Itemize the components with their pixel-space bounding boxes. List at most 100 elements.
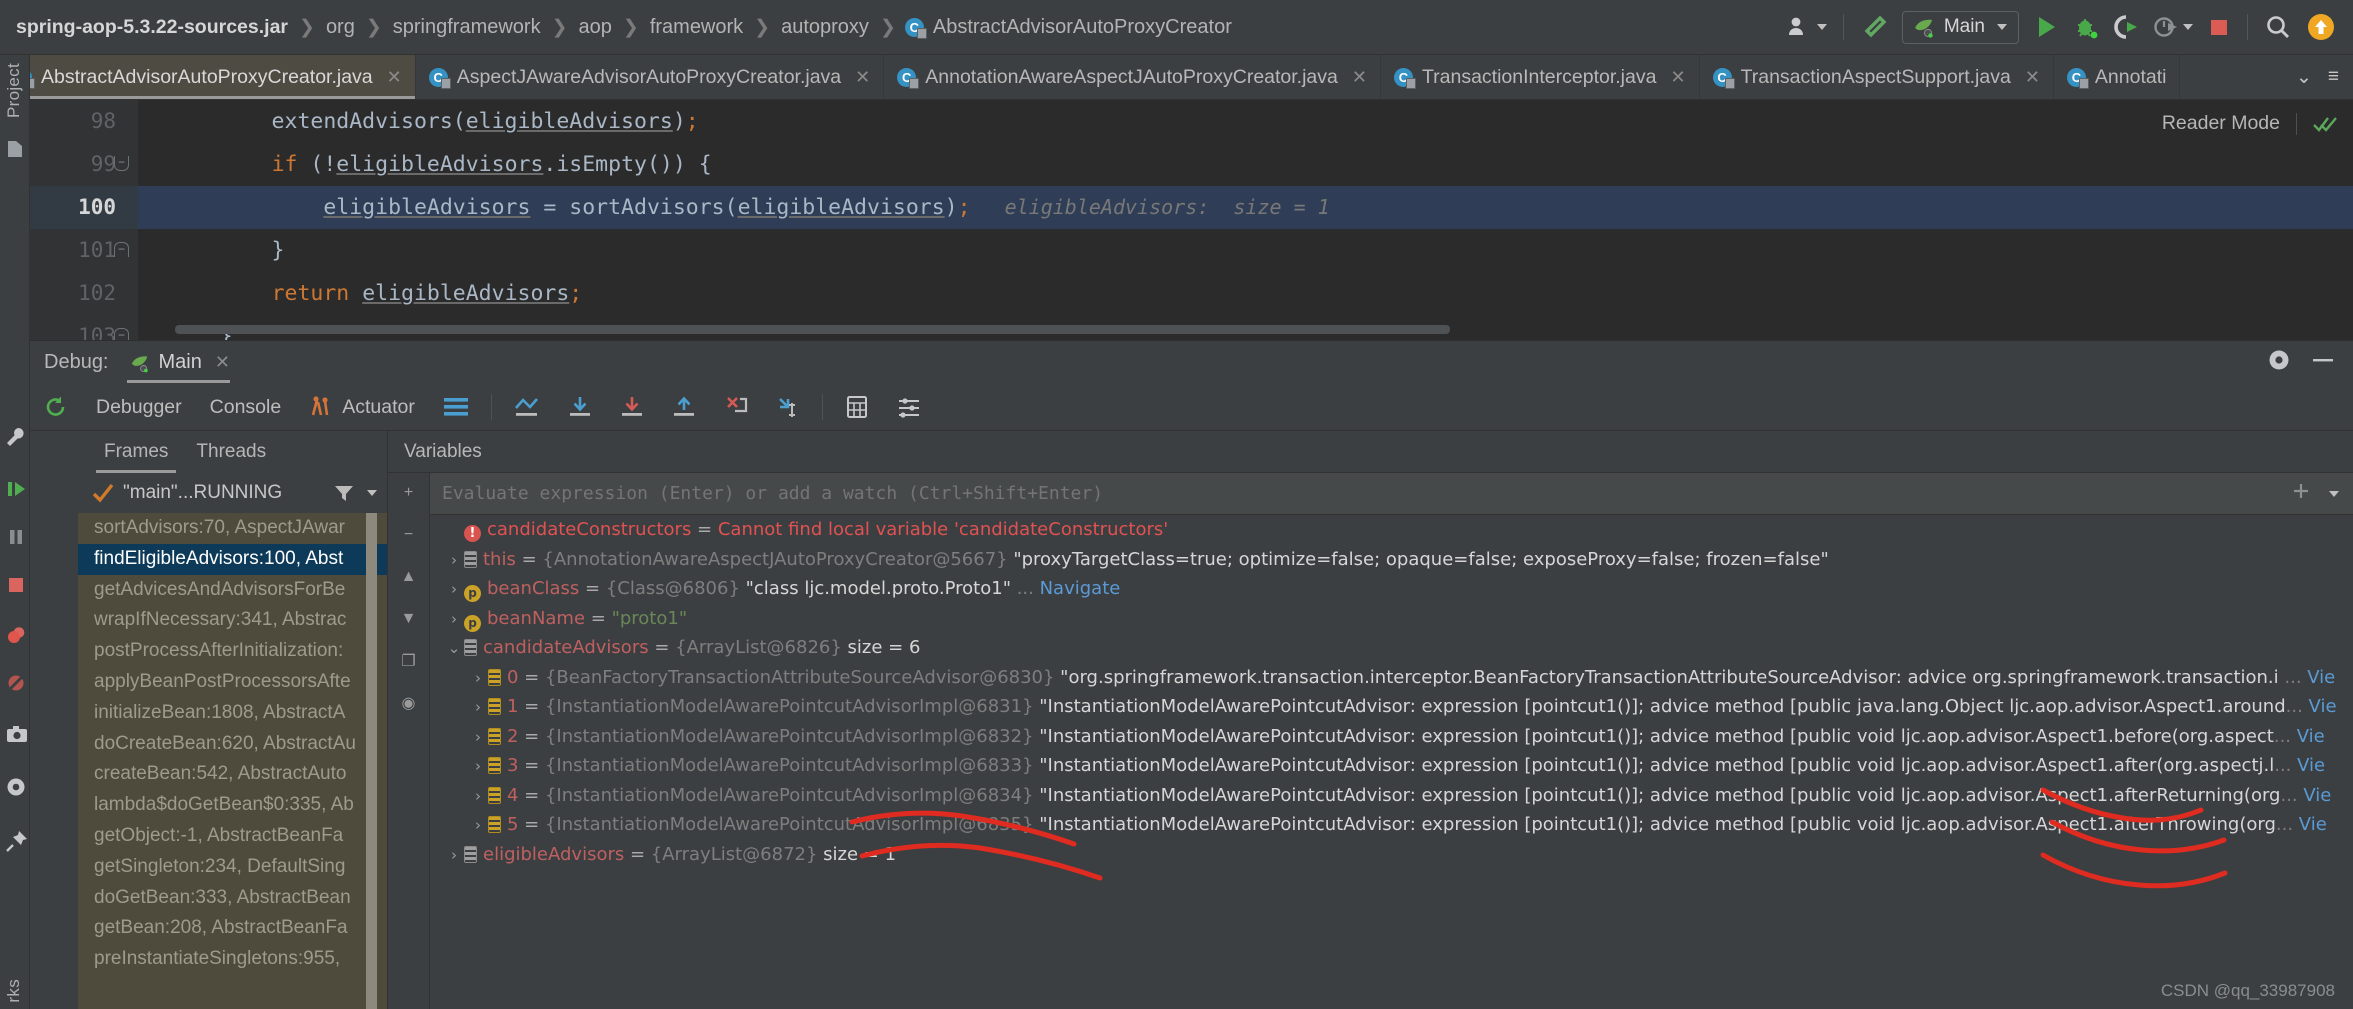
frame-row[interactable]: initializeBean:1808, AbstractA xyxy=(78,698,387,729)
close-icon[interactable]: ✕ xyxy=(387,67,402,88)
frame-row[interactable]: createBean:542, AbstractAuto xyxy=(78,759,387,790)
navigate-link[interactable]: Vie xyxy=(2303,785,2331,806)
breadcrumb-item-6[interactable]: C AbstractAdvisorAutoProxyCreator xyxy=(904,16,1234,39)
frame-row[interactable]: getBean:208, AbstractBeanFa xyxy=(78,913,387,944)
inspections-ok-icon[interactable] xyxy=(2313,114,2337,134)
editor-tab-2[interactable]: C AnnotationAwareAspectJAutoProxyCreator.… xyxy=(884,55,1381,99)
tab-debugger[interactable]: Debugger xyxy=(82,396,196,419)
close-icon[interactable]: ✕ xyxy=(2025,67,2040,88)
code-line[interactable]: if (!eligibleAdvisors.isEmpty()) { xyxy=(138,143,2353,186)
settings-gear-icon[interactable] xyxy=(6,777,25,797)
tab-console[interactable]: Console xyxy=(196,396,296,419)
evaluate-expression-row[interactable] xyxy=(430,473,2353,515)
editor-tab-5[interactable]: C Annotati xyxy=(2054,55,2181,99)
gutter-row[interactable]: 100 xyxy=(30,186,138,229)
frame-row[interactable]: lambda$doGetBean$0:335, Ab xyxy=(78,790,387,821)
inspect-icon[interactable]: ◉ xyxy=(397,691,421,715)
navigate-link[interactable]: Vie xyxy=(2297,755,2325,776)
editor-code-area[interactable]: extendAdvisors(eligibleAdvisors); if (!e… xyxy=(138,100,2353,340)
copy-value-icon[interactable]: ❐ xyxy=(397,649,421,673)
code-line[interactable]: return eligibleAdvisors; xyxy=(138,272,2353,315)
step-out-button[interactable] xyxy=(658,395,710,419)
stop-icon[interactable] xyxy=(6,575,24,595)
navigate-link[interactable]: Vie xyxy=(2309,696,2337,717)
close-icon[interactable]: ✕ xyxy=(215,352,230,373)
updates-button[interactable] xyxy=(2299,7,2343,47)
sidebar-item-bookmarks[interactable]: rks xyxy=(4,979,24,1003)
editor-tab-3[interactable]: C TransactionInterceptor.java ✕ xyxy=(1381,55,1700,99)
breadcrumb-item-3[interactable]: aop xyxy=(577,16,614,39)
chevron-down-icon[interactable] xyxy=(367,490,377,496)
chevron-down-icon[interactable]: ⌄ xyxy=(2296,66,2312,89)
collapsed-arrow-icon[interactable]: › xyxy=(468,782,488,811)
collapsed-arrow-icon[interactable]: › xyxy=(444,605,464,634)
variable-row[interactable]: › p beanName = "proto1" xyxy=(430,604,2353,634)
frames-tab-frames[interactable]: Frames xyxy=(90,431,182,473)
run-configuration-selector[interactable]: Main xyxy=(1895,7,2026,47)
search-everywhere-button[interactable] xyxy=(2257,7,2299,47)
variable-row[interactable]: › eligibleAdvisors = {ArrayList@6872} siz… xyxy=(430,840,2353,870)
code-line[interactable]: } xyxy=(138,229,2353,272)
frame-row[interactable]: wrapIfNecessary:341, Abstrac xyxy=(78,605,387,636)
code-fold-icon[interactable]: − xyxy=(114,328,129,340)
stop-button[interactable] xyxy=(2200,7,2238,47)
collapsed-arrow-icon[interactable]: › xyxy=(444,841,464,870)
add-watch-icon[interactable] xyxy=(2291,481,2311,506)
navigate-link[interactable]: Navigate xyxy=(1040,578,1121,599)
frame-row[interactable]: findEligibleAdvisors:100, Abst xyxy=(78,543,387,575)
settings-gear-icon[interactable] xyxy=(2267,348,2291,377)
editor-tab-4[interactable]: C TransactionAspectSupport.java ✕ xyxy=(1700,55,2054,99)
code-editor[interactable]: Reader Mode 98 99− 100 101− 102 103− extendAd… xyxy=(30,100,2353,340)
variable-row[interactable]: › 3 = {InstantiationModelAwarePointcutAdv… xyxy=(430,751,2353,781)
variable-row[interactable]: ⌄ candidateAdvisors = {ArrayList@6826} si… xyxy=(430,633,2353,663)
force-step-into-button[interactable] xyxy=(710,395,762,419)
chevron-down-icon[interactable] xyxy=(2329,490,2339,497)
frames-list[interactable]: sortAdvisors:70, AspectJAwar findEligible… xyxy=(78,513,387,1009)
add-watch-icon[interactable]: + xyxy=(397,481,421,505)
code-fold-icon[interactable]: − xyxy=(114,242,129,257)
show-execution-point-button[interactable] xyxy=(500,395,554,419)
close-icon[interactable]: ✕ xyxy=(1670,67,1685,88)
collapsed-arrow-icon[interactable]: › xyxy=(444,575,464,604)
gutter-row[interactable]: 102 xyxy=(30,272,138,315)
breadcrumb-item-5[interactable]: autoproxy xyxy=(779,16,871,39)
breadcrumb-item-1[interactable]: org xyxy=(324,16,357,39)
editor-tab-0[interactable]: CAbstractAdvisorAutoProxyCreator.java✕ xyxy=(0,55,416,99)
variable-row[interactable]: ›! candidateConstructors = Cannot find lo… xyxy=(430,515,2353,545)
user-accounts-button[interactable] xyxy=(1780,7,1834,47)
gutter-row[interactable]: 101− xyxy=(30,229,138,272)
layout-button[interactable] xyxy=(429,396,483,418)
variable-row[interactable]: › 5 = {InstantiationModelAwarePointcutAdv… xyxy=(430,810,2353,840)
profiler-button[interactable] xyxy=(2146,7,2200,47)
variable-row[interactable]: › 2 = {InstantiationModelAwarePointcutAdv… xyxy=(430,722,2353,752)
collapsed-arrow-icon[interactable]: › xyxy=(468,664,488,693)
debug-session-tab[interactable]: Main ✕ xyxy=(126,341,238,385)
navigate-link[interactable]: Vie xyxy=(2299,814,2327,835)
navigate-link[interactable]: Vie xyxy=(2297,726,2325,747)
tab-actuator[interactable]: Actuator xyxy=(295,395,429,419)
collapsed-arrow-icon[interactable]: › xyxy=(444,546,464,575)
gutter-row[interactable]: 99− xyxy=(30,143,138,186)
view-breakpoints-icon[interactable] xyxy=(6,625,25,645)
snapshot-icon[interactable] xyxy=(6,725,27,745)
frames-scrollbar[interactable] xyxy=(366,513,377,1009)
collapsed-arrow-icon[interactable]: › xyxy=(468,811,488,840)
navigate-link[interactable]: Vie xyxy=(2307,667,2335,688)
variable-row[interactable]: › 4 = {InstantiationModelAwarePointcutAdv… xyxy=(430,781,2353,811)
move-down-icon[interactable]: ▼ xyxy=(397,607,421,631)
collapsed-arrow-icon[interactable]: › xyxy=(468,752,488,781)
variable-row[interactable]: › this = {AnnotationAwareAspectJAutoProxy… xyxy=(430,545,2353,575)
breadcrumb-item-0[interactable]: spring-aop-5.3.22-sources.jar xyxy=(14,16,290,39)
frame-row[interactable]: applyBeanPostProcessorsAfte xyxy=(78,667,387,698)
expanded-arrow-icon[interactable]: ⌄ xyxy=(444,634,464,663)
run-button[interactable] xyxy=(2026,7,2066,47)
run-to-cursor-button[interactable] xyxy=(762,395,814,419)
frame-row[interactable]: getAdvicesAndAdvisorsForBe xyxy=(78,575,387,606)
pause-program-icon[interactable] xyxy=(6,527,24,547)
variable-row[interactable]: › 0 = {BeanFactoryTransactionAttributeSou… xyxy=(430,663,2353,693)
rerun-button[interactable] xyxy=(30,395,82,419)
editor-gutter[interactable]: 98 99− 100 101− 102 103− xyxy=(30,100,138,340)
more-options-icon[interactable]: ≡ xyxy=(2328,66,2339,88)
thread-selector[interactable]: "main"...RUNNING xyxy=(78,473,387,513)
frame-row[interactable]: postProcessAfterInitialization: xyxy=(78,636,387,667)
